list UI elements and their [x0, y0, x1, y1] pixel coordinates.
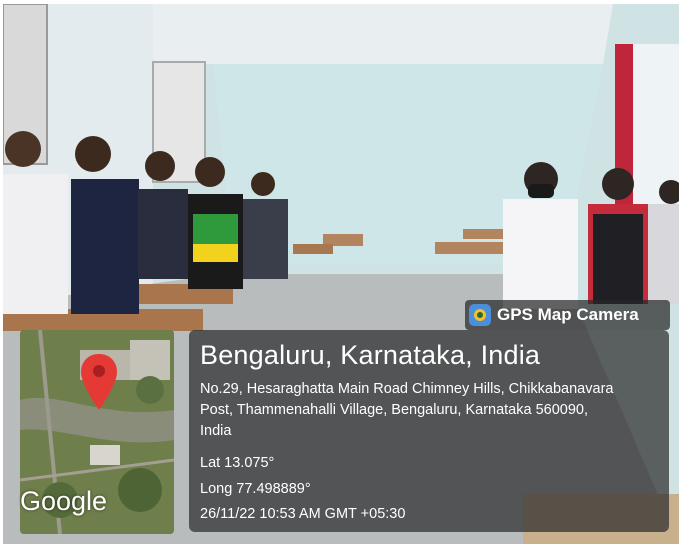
longitude: Long 77.498889°	[200, 481, 311, 497]
location-pin-icon	[81, 354, 117, 410]
google-logo: Google	[20, 486, 108, 516]
city-title: Bengaluru, Karnataka, India	[200, 340, 541, 370]
gps-map-camera-badge: GPS Map Camera	[465, 300, 670, 330]
gps-map-camera-label: GPS Map Camera	[497, 305, 639, 324]
address-line-2: Post, Thammenahalli Village, Bengaluru, …	[200, 402, 588, 418]
gps-map-camera-icon	[469, 304, 491, 326]
address: No.29, Hesaraghatta Main Road Chimney Hi…	[200, 379, 665, 442]
location-info-card: Bengaluru, Karnataka, India No.29, Hesar…	[189, 330, 669, 532]
latitude: Lat 13.075°	[200, 455, 275, 471]
address-line-1: No.29, Hesaraghatta Main Road Chimney Hi…	[200, 381, 614, 397]
timestamp: 26/11/22 10:53 AM GMT +05:30	[200, 506, 406, 522]
address-line-3: India	[200, 423, 232, 439]
photo-frame: GPS Map Camera Google Bengaluru, Karnata…	[0, 0, 682, 548]
